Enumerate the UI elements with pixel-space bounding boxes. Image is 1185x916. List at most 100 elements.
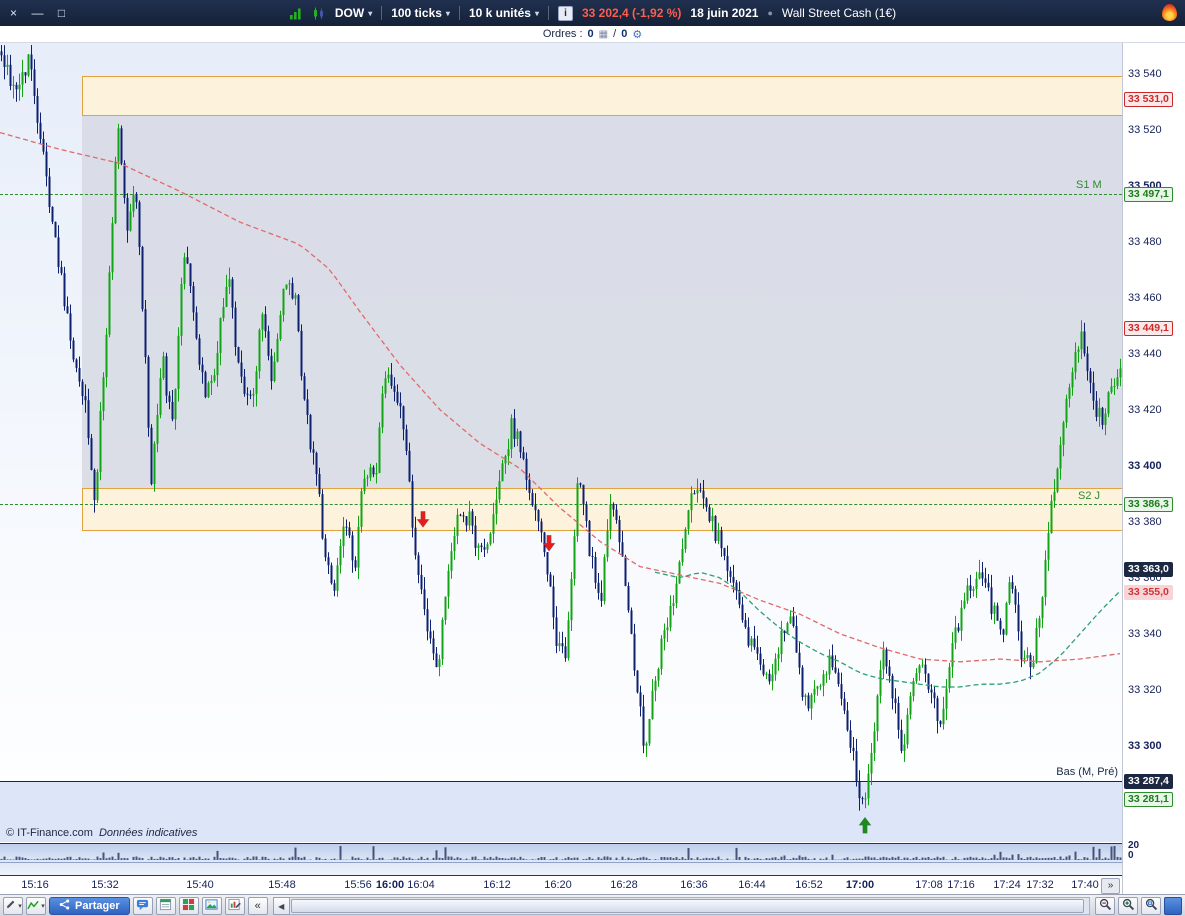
close-window-button[interactable]: × — [6, 6, 21, 21]
chart-plot[interactable]: S1 M S2 J Bas (M, Pré) © IT-Finance.com D… — [0, 43, 1122, 894]
time-axis-label: 17:00 — [845, 879, 875, 891]
zoom-fit-icon — [1145, 898, 1158, 914]
chart-area: S1 M S2 J Bas (M, Pré) © IT-Finance.com D… — [0, 43, 1185, 894]
low-level-label: Bas (M, Pré) — [1056, 766, 1118, 778]
titlebar-separator — [458, 6, 460, 20]
price-level-badge: 33 287,4 — [1124, 774, 1173, 790]
support-line — [0, 193, 1122, 195]
time-axis-label: 16:12 — [483, 879, 511, 891]
zoom-out-icon — [1099, 898, 1112, 914]
session-date: 18 juin 2021 — [690, 6, 759, 20]
price-level-badge: 33 281,1 — [1124, 791, 1173, 807]
image-icon — [205, 898, 218, 914]
price-level-badge: 33 355,0 — [1124, 584, 1173, 600]
orders-label: Ordres : — [542, 28, 583, 40]
pencil-icon — [4, 898, 17, 914]
grid-icon — [182, 898, 195, 914]
price-axis-label: 33 340 — [1128, 627, 1162, 640]
price-axis-label: 33 420 — [1128, 403, 1162, 416]
volume-zero-label: 0 — [1128, 850, 1134, 861]
maximize-window-button[interactable]: □ — [54, 6, 69, 21]
chevron-down-icon: ▾ — [41, 903, 45, 910]
timeframe-selector[interactable]: 100 ticks ▾ — [391, 6, 450, 20]
time-axis-label: 17:40 — [1071, 879, 1099, 891]
zone-gray — [82, 116, 1122, 488]
share-icon — [59, 899, 70, 913]
zoom-in-icon — [1122, 898, 1135, 914]
comments-button[interactable] — [132, 897, 153, 915]
zoom-fit-button[interactable] — [1141, 897, 1161, 915]
chart-settings-button[interactable] — [224, 897, 245, 915]
hot-market-icon[interactable] — [1162, 4, 1177, 21]
price-axis-label: 33 400 — [1128, 459, 1162, 472]
orders-bar: Ordres : 0 ▦ / 0 ⚙ — [0, 26, 1185, 43]
price-axis-label: 33 320 — [1128, 683, 1162, 696]
orders-separator: / — [613, 28, 617, 40]
chart-edit-icon — [228, 898, 241, 914]
price-level-badge: 33 497,1 — [1124, 186, 1173, 202]
volume-pane — [0, 843, 1122, 876]
price-level-badge: 33 386,3 — [1124, 497, 1173, 513]
time-axis-label: 17:32 — [1026, 879, 1054, 891]
last-price-change: 33 202,4 (-1,92 %) — [581, 6, 682, 20]
collapse-toolbar-button[interactable]: « — [247, 897, 268, 915]
indicators-icon[interactable] — [289, 7, 303, 20]
chat-icon — [136, 898, 149, 914]
line-chart-icon — [27, 899, 40, 914]
scrollbar-track[interactable] — [289, 897, 1090, 915]
feed-name: Wall Street Cash (1€) — [781, 6, 897, 20]
minimize-window-button[interactable]: — — [30, 6, 45, 21]
session-low-line — [0, 781, 1122, 783]
time-axis-label: 15:32 — [91, 879, 119, 891]
heatmap-button[interactable] — [178, 897, 199, 915]
price-axis-label: 33 480 — [1128, 235, 1162, 248]
price-level-badge: 33 531,0 — [1124, 92, 1173, 107]
feed-status-dot: ● — [767, 8, 773, 18]
titlebar-center: DOW ▾ 100 ticks ▾ 10 k unités ▾ i 33 202,4 … — [289, 5, 897, 21]
titlebar-separator — [381, 6, 383, 20]
zone-orange — [82, 487, 1122, 532]
instrument-selector[interactable]: DOW ▾ — [335, 6, 372, 20]
price-axis-label: 33 540 — [1128, 67, 1162, 80]
chart-type-button[interactable]: ▾ — [26, 897, 46, 915]
price-axis[interactable]: 20 0 33 540 33 520 33 500 33 480 33 460 33 44… — [1122, 43, 1185, 894]
time-axis-label: 15:48 — [268, 879, 296, 891]
units-selector[interactable]: 10 k unités ▾ — [469, 6, 539, 20]
bottom-toolbar: ▾ ▾ Partager « ◀ — [0, 894, 1185, 916]
zoom-out-button[interactable] — [1095, 897, 1115, 915]
scrollbar-thumb[interactable] — [290, 899, 1084, 913]
orders-settings-gear-icon[interactable]: ⚙ — [632, 28, 642, 41]
price-axis-label: 33 520 — [1128, 123, 1162, 136]
price-axis-label: 33 440 — [1128, 347, 1162, 360]
candlestick-style-icon[interactable] — [312, 7, 326, 20]
time-axis[interactable]: » 15:16 15:32 15:40 15:48 15:56 16:00 16:04 16:… — [0, 877, 1122, 894]
time-axis-label: 15:16 — [21, 879, 49, 891]
time-axis-label: 16:28 — [610, 879, 638, 891]
time-axis-label: 16:20 — [544, 879, 572, 891]
chevron-down-icon: ▾ — [445, 8, 450, 18]
snapshot-button[interactable] — [201, 897, 222, 915]
list-icon — [159, 898, 172, 914]
drawing-tools-button[interactable]: ▾ — [3, 897, 23, 915]
titlebar-separator — [547, 6, 549, 20]
time-axis-label: 16:04 — [407, 879, 435, 891]
orders-count: 0 — [587, 28, 594, 40]
chart-scrollbar[interactable]: ◀ — [272, 897, 1090, 915]
scroll-left-button[interactable]: ◀ — [272, 897, 290, 915]
corner-panel-button[interactable] — [1164, 897, 1182, 915]
time-axis-label: 16:44 — [738, 879, 766, 891]
chevron-down-icon: ▾ — [368, 8, 373, 18]
info-icon[interactable]: i — [557, 5, 573, 21]
watchlist-button[interactable] — [155, 897, 176, 915]
orders-list-icon[interactable]: ▦ — [599, 29, 608, 40]
copyright-notice: © IT-Finance.com Données indicatives — [6, 827, 198, 839]
price-axis-label: 33 300 — [1128, 739, 1162, 752]
share-button[interactable]: Partager — [49, 897, 130, 915]
chevron-down-icon: ▾ — [18, 903, 22, 910]
time-axis-label: 17:16 — [947, 879, 975, 891]
pending-orders-count: 0 — [621, 28, 628, 40]
zone-orange — [82, 76, 1122, 117]
window-controls: × — □ — [6, 0, 69, 26]
chevron-down-icon: ▾ — [534, 8, 539, 18]
zoom-in-button[interactable] — [1118, 897, 1138, 915]
